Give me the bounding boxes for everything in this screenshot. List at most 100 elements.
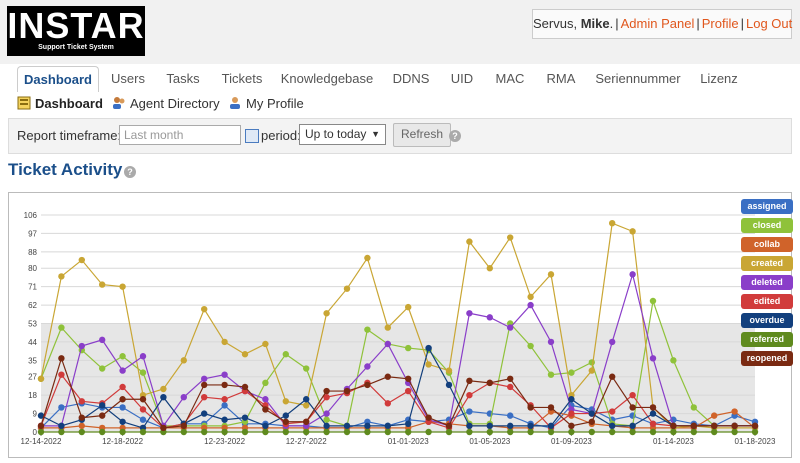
point-referred	[670, 428, 677, 436]
tab-users[interactable]: Users	[104, 66, 152, 92]
subnav-agent-directory[interactable]: Agent Directory	[112, 95, 220, 113]
point-reopened	[180, 422, 187, 430]
period-label: period:	[261, 128, 301, 143]
point-referred	[180, 428, 187, 436]
legend-edited[interactable]: edited	[741, 294, 793, 309]
point-referred	[58, 428, 65, 436]
point-overdue	[445, 381, 453, 389]
profile-icon	[230, 97, 240, 109]
point-closed	[649, 297, 657, 305]
logo-main: INSTAR	[7, 5, 145, 46]
legend-closed[interactable]: closed	[741, 218, 793, 233]
point-reopened	[609, 373, 616, 380]
point-reopened	[751, 422, 759, 430]
point-referred	[466, 428, 473, 436]
logout-link[interactable]: Log Out	[746, 16, 792, 31]
legend-deleted[interactable]: deleted	[741, 275, 793, 290]
legend-created[interactable]: created	[741, 256, 793, 271]
user-box: Servus, Mike. | Admin Panel | Profile | Log Ou…	[532, 9, 792, 39]
point-closed	[670, 357, 677, 364]
point-reopened	[262, 406, 269, 413]
tab-seriennummer[interactable]: Seriennummer	[590, 66, 686, 92]
point-reopened	[343, 387, 351, 395]
point-created	[201, 305, 208, 313]
point-reopened	[425, 414, 432, 421]
legend-overdue[interactable]: overdue	[741, 313, 793, 328]
point-reopened	[527, 404, 534, 411]
tab-tickets[interactable]: Tickets	[214, 66, 270, 92]
point-closed	[303, 365, 310, 372]
y-tick-label: 97	[28, 229, 37, 238]
timeframe-input[interactable]: Last month	[119, 125, 241, 145]
legend-assigned[interactable]: assigned	[741, 199, 793, 214]
period-select[interactable]: Up to today ▼	[299, 124, 386, 145]
ticket-activity-chart: 0 9 18 27 35 44 53 62 71 80 88 97 106 12-14-2022 12-18…	[8, 192, 793, 458]
point-deleted	[649, 355, 657, 362]
title-help-icon[interactable]: ?	[124, 166, 136, 178]
point-referred	[282, 428, 289, 436]
subnav-my-profile[interactable]: My Profile	[228, 95, 304, 113]
refresh-button[interactable]: Refresh	[393, 123, 451, 147]
tab-lizenz[interactable]: Lizenz	[696, 66, 742, 92]
x-tick-label: 01-14-2023	[653, 437, 694, 446]
point-deleted	[78, 342, 86, 350]
point-edited	[568, 410, 575, 417]
point-referred	[343, 428, 351, 436]
point-overdue	[466, 422, 473, 430]
tab-rma[interactable]: RMA	[540, 66, 582, 92]
point-assigned	[58, 404, 65, 411]
point-created	[262, 340, 269, 348]
point-overdue	[160, 393, 167, 401]
point-closed	[282, 351, 289, 358]
point-referred	[241, 428, 249, 436]
y-tick-label: 18	[28, 391, 37, 400]
plot-band-upper	[41, 215, 755, 324]
point-referred	[405, 428, 412, 436]
y-tick-label: 9	[33, 410, 38, 419]
point-collab	[711, 412, 718, 419]
point-created	[78, 256, 86, 264]
tab-dashboard[interactable]: Dashboard	[17, 66, 99, 94]
admin-panel-link[interactable]: Admin Panel	[621, 16, 695, 31]
point-edited	[649, 420, 657, 428]
subnav-dashboard[interactable]: Dashboard	[17, 95, 103, 113]
point-reopened	[711, 422, 718, 430]
legend-reopened[interactable]: reopened	[741, 351, 793, 366]
tab-knowledgebase[interactable]: Knowledgebase	[278, 66, 376, 92]
x-tick-label: 01-09-2023	[551, 437, 592, 446]
point-closed	[139, 369, 147, 376]
point-reopened	[303, 418, 310, 425]
tab-ddns[interactable]: DDNS	[384, 66, 438, 92]
point-edited	[139, 406, 147, 413]
point-edited	[119, 383, 126, 391]
point-referred	[588, 428, 595, 436]
legend-collab[interactable]: collab	[741, 237, 793, 252]
point-reopened	[139, 396, 147, 403]
point-overdue	[262, 422, 269, 430]
point-created	[425, 361, 432, 368]
point-referred	[751, 428, 759, 436]
point-overdue	[343, 422, 351, 430]
logo[interactable]: INSTAR Support Ticket System	[7, 6, 145, 56]
tab-mac[interactable]: MAC	[488, 66, 532, 92]
point-overdue	[507, 422, 514, 430]
point-deleted	[507, 324, 514, 331]
point-closed	[262, 379, 269, 387]
point-reopened	[405, 375, 412, 382]
legend-referred[interactable]: referred	[741, 332, 793, 347]
profile-link[interactable]: Profile	[702, 16, 739, 31]
point-referred	[609, 428, 616, 436]
point-overdue	[323, 422, 330, 430]
point-overdue	[99, 402, 106, 409]
point-reopened	[241, 383, 249, 391]
report-filter-bar: Report timeframe: Last month period: Up …	[8, 118, 792, 154]
point-referred	[445, 428, 453, 436]
point-deleted	[629, 271, 636, 278]
logo-subtitle: Support Ticket System	[38, 44, 114, 51]
help-icon[interactable]: ?	[449, 130, 461, 142]
tab-uid[interactable]: UID	[446, 66, 478, 92]
point-overdue	[384, 422, 391, 430]
tab-tasks[interactable]: Tasks	[160, 66, 206, 92]
calendar-icon[interactable]	[245, 129, 259, 143]
point-assigned	[119, 404, 126, 411]
